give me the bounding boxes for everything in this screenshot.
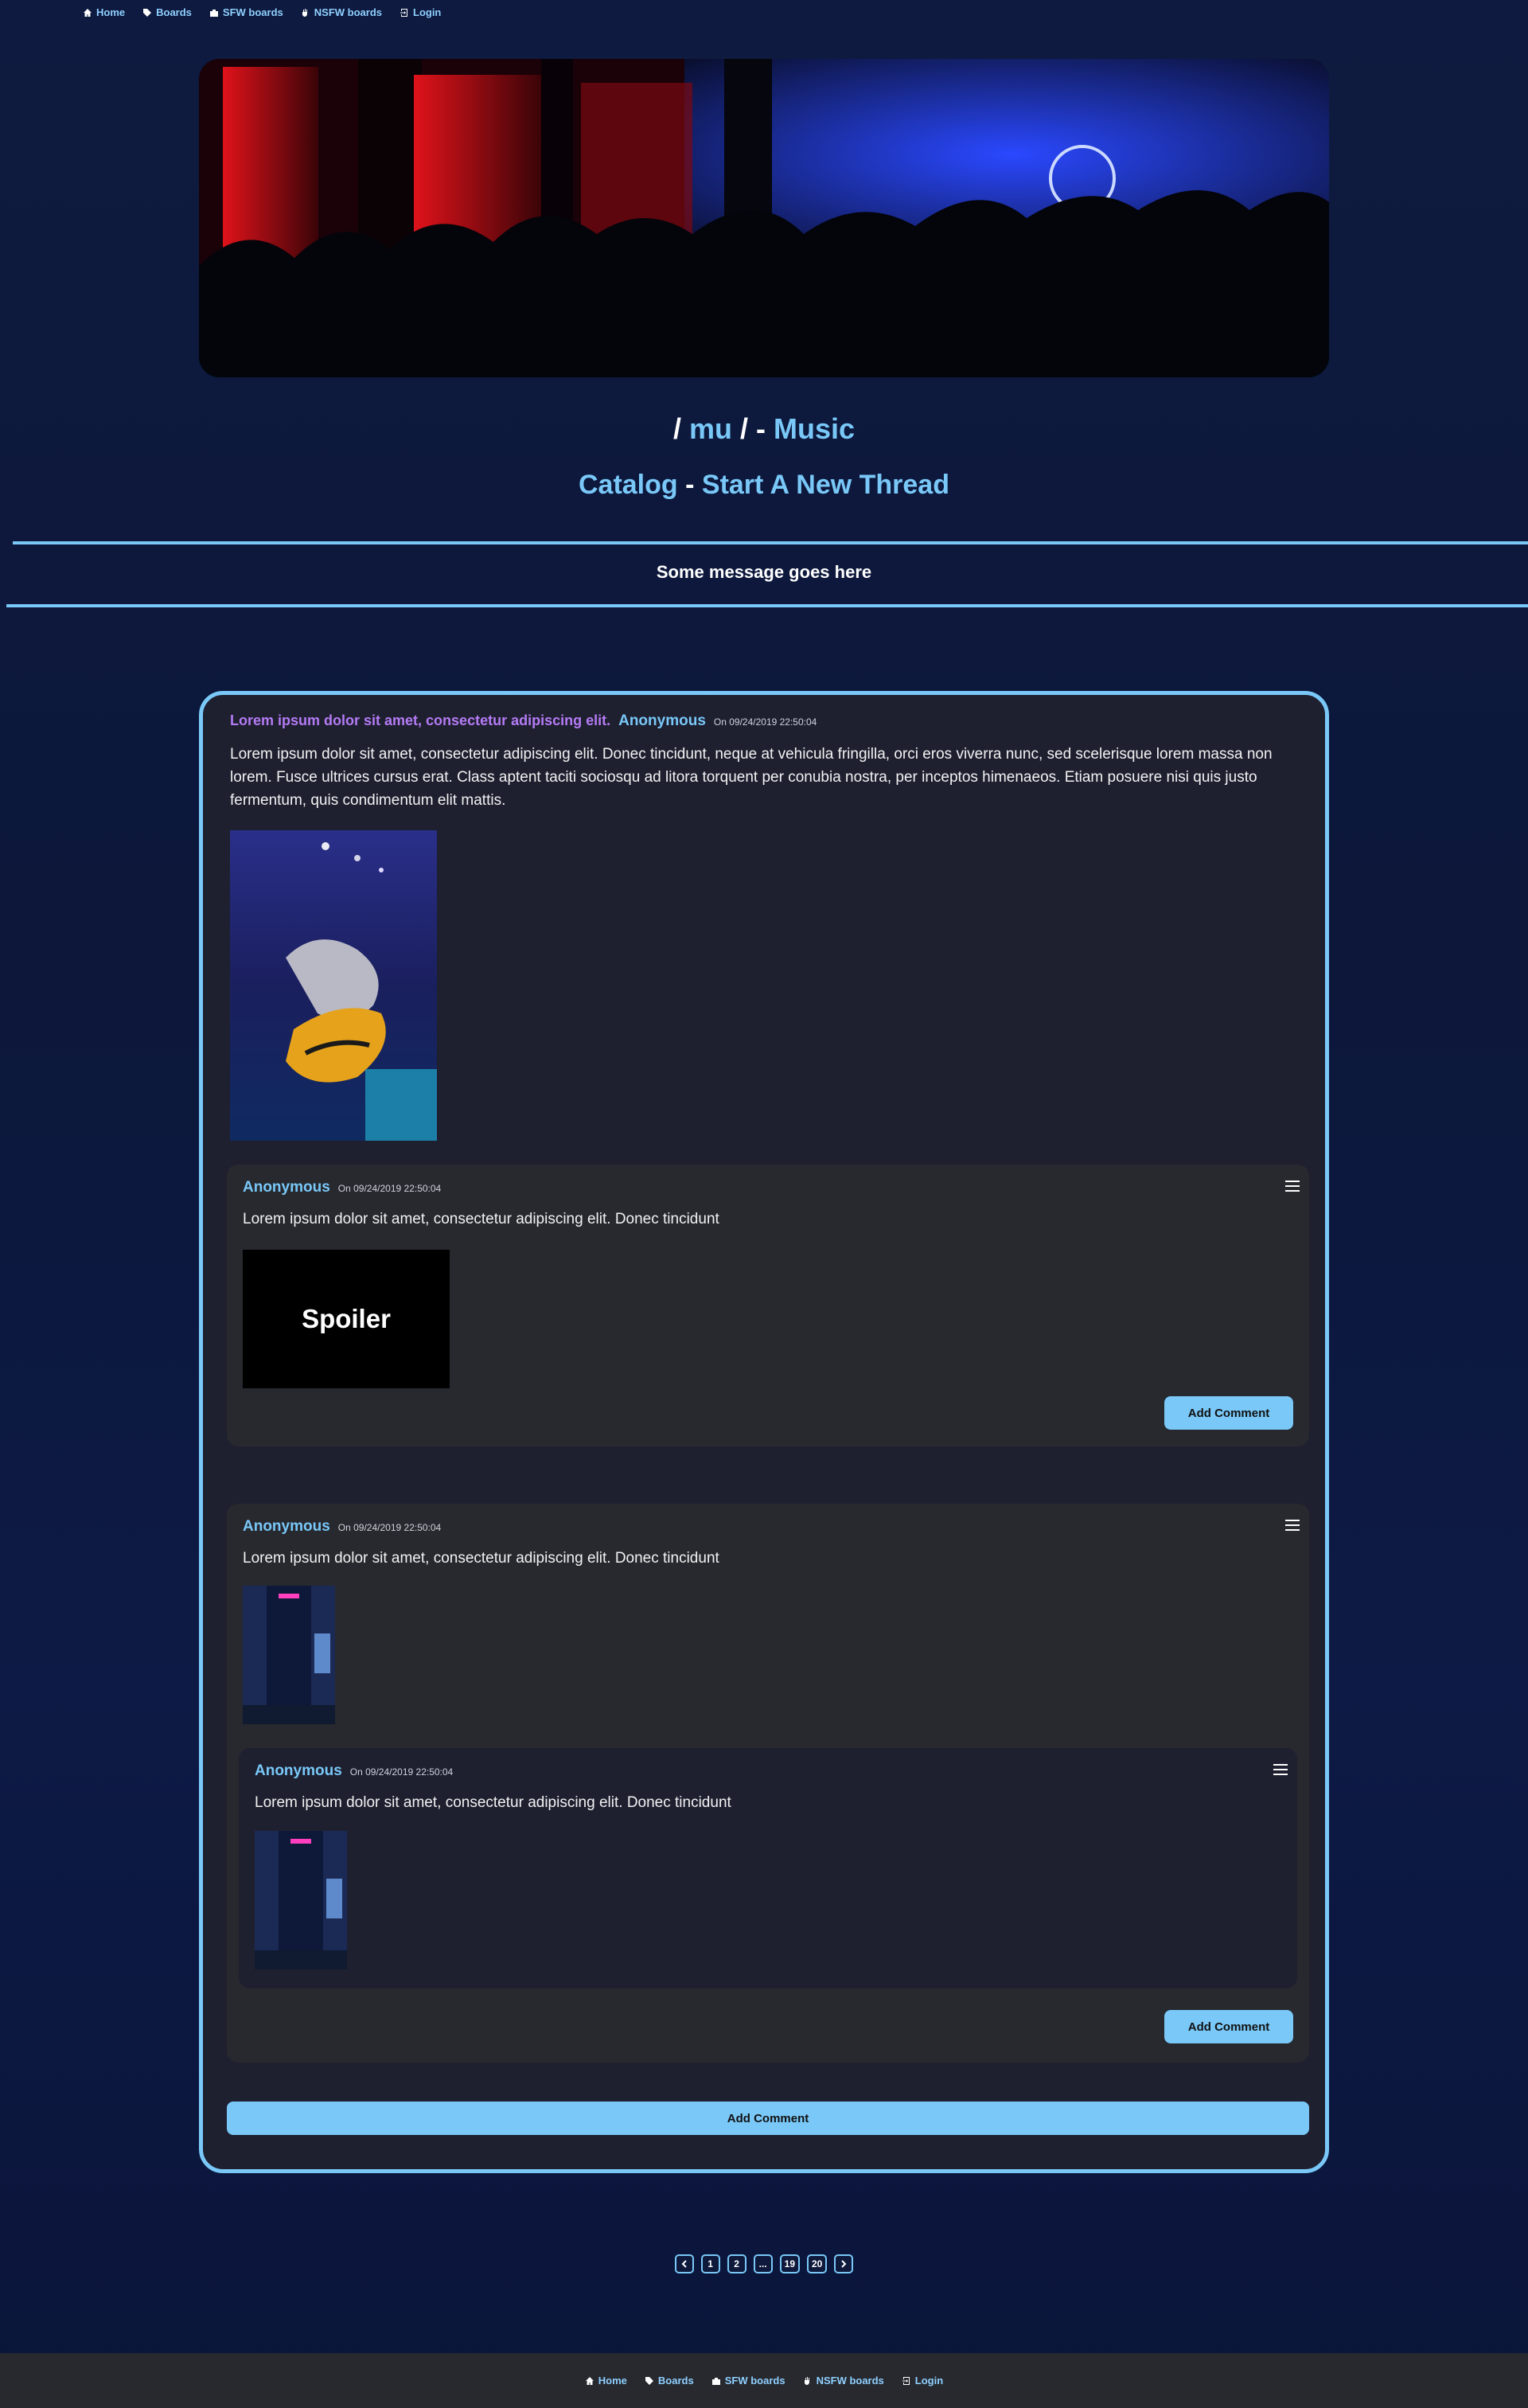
thread-header: Lorem ipsum dolor sit amet, consectetur … xyxy=(230,712,817,730)
page-ellipsis: ... xyxy=(753,2254,773,2273)
board-slug-link[interactable]: mu xyxy=(689,412,732,445)
reply-header: Anonymous On 09/24/2019 22:50:04 xyxy=(255,1762,453,1780)
add-comment-button[interactable]: Add Comment xyxy=(1164,1396,1293,1430)
reply-header: Anonymous On 09/24/2019 22:50:04 xyxy=(243,1518,441,1536)
next-page-button[interactable] xyxy=(834,2254,854,2273)
footer-home[interactable]: Home xyxy=(585,2375,627,2387)
footer-boards[interactable]: Boards xyxy=(645,2375,694,2387)
footer-sfw-boards[interactable]: SFW boards xyxy=(711,2375,785,2387)
reply-card: Anonymous On 09/24/2019 22:50:04 Lorem i… xyxy=(227,1504,1309,2063)
chevron-right-icon xyxy=(841,2260,847,2268)
nav-home[interactable]: Home xyxy=(83,6,125,18)
reply-author: Anonymous xyxy=(243,1179,330,1196)
divider-top xyxy=(13,541,1528,544)
hand-icon xyxy=(302,8,307,17)
thread-image[interactable] xyxy=(230,830,437,1141)
reply-date: On 09/24/2019 22:50:04 xyxy=(337,1183,442,1194)
footer-login[interactable]: Login xyxy=(902,2375,943,2387)
catalog-link[interactable]: Catalog xyxy=(579,470,678,500)
board-message: Some message goes here xyxy=(656,562,872,582)
menu-icon[interactable] xyxy=(1285,1520,1300,1531)
reply-image[interactable] xyxy=(255,1831,347,1969)
board-name-link[interactable]: Music xyxy=(774,412,855,445)
reply-header: Anonymous On 09/24/2019 22:50:04 xyxy=(243,1179,441,1196)
page-button[interactable]: 20 xyxy=(807,2254,828,2273)
board-title: / mu / - Music xyxy=(672,412,856,445)
reply-author: Anonymous xyxy=(243,1518,330,1535)
page-button[interactable]: 1 xyxy=(700,2254,720,2273)
add-comment-button[interactable]: Add Comment xyxy=(1164,2010,1293,2043)
reply-date: On 09/24/2019 22:50:04 xyxy=(349,1766,454,1778)
menu-icon[interactable] xyxy=(1273,1764,1288,1775)
reply-author: Anonymous xyxy=(255,1762,342,1779)
nested-reply-card: Anonymous On 09/24/2019 22:50:04 Lorem i… xyxy=(239,1748,1297,1988)
reply-body: Lorem ipsum dolor sit amet, consectetur … xyxy=(243,1550,719,1567)
thread-body: Lorem ipsum dolor sit amet, consectetur … xyxy=(230,746,1273,809)
login-icon xyxy=(902,2376,910,2385)
nav-boards[interactable]: Boards xyxy=(142,6,192,18)
briefcase-icon xyxy=(711,2377,720,2385)
reply-body: Lorem ipsum dolor sit amet, consectetur … xyxy=(255,1794,731,1811)
nav-login[interactable]: Login xyxy=(400,6,441,18)
top-nav: Home Boards SFW boards NSFW boards Login xyxy=(83,6,441,18)
thread-subject: Lorem ipsum dolor sit amet, consectetur … xyxy=(230,712,611,728)
menu-icon[interactable] xyxy=(1285,1181,1300,1192)
reply-body: Lorem ipsum dolor sit amet, consectetur … xyxy=(243,1211,719,1227)
home-icon xyxy=(585,2376,594,2385)
home-icon xyxy=(84,8,92,17)
divider-bottom xyxy=(6,604,1528,607)
board-actions: Catalog - Start A New Thread xyxy=(578,470,949,500)
footer-nsfw-boards[interactable]: NSFW boards xyxy=(803,2375,884,2387)
chevron-left-icon xyxy=(681,2260,687,2268)
reply-image[interactable] xyxy=(243,1586,335,1724)
thread-author: Anonymous xyxy=(618,712,706,729)
hand-icon xyxy=(804,2376,809,2385)
add-comment-thread-button[interactable]: Add Comment xyxy=(227,2102,1309,2135)
page-button[interactable]: 2 xyxy=(727,2254,746,2273)
nav-sfw-boards[interactable]: SFW boards xyxy=(209,6,283,18)
tag-icon xyxy=(143,8,152,17)
briefcase-icon xyxy=(209,9,218,17)
new-thread-link[interactable]: Start A New Thread xyxy=(702,470,949,500)
thread-card: Lorem ipsum dolor sit amet, consectetur … xyxy=(199,691,1329,2173)
reply-card: Anonymous On 09/24/2019 22:50:04 Lorem i… xyxy=(227,1165,1309,1446)
thread-date: On 09/24/2019 22:50:04 xyxy=(713,716,817,728)
board-banner-image xyxy=(199,59,1329,377)
footer-nav: Home Boards SFW boards NSFW boards Login xyxy=(0,2353,1528,2408)
login-icon xyxy=(400,8,407,17)
pagination: 1 2 ... 19 20 xyxy=(0,2254,1528,2273)
reply-date: On 09/24/2019 22:50:04 xyxy=(337,1522,442,1533)
prev-page-button[interactable] xyxy=(674,2254,694,2273)
nav-nsfw-boards[interactable]: NSFW boards xyxy=(301,6,382,18)
tag-icon xyxy=(645,2376,653,2385)
spoiler-image[interactable]: Spoiler xyxy=(243,1250,450,1388)
page-button[interactable]: 19 xyxy=(779,2254,800,2273)
